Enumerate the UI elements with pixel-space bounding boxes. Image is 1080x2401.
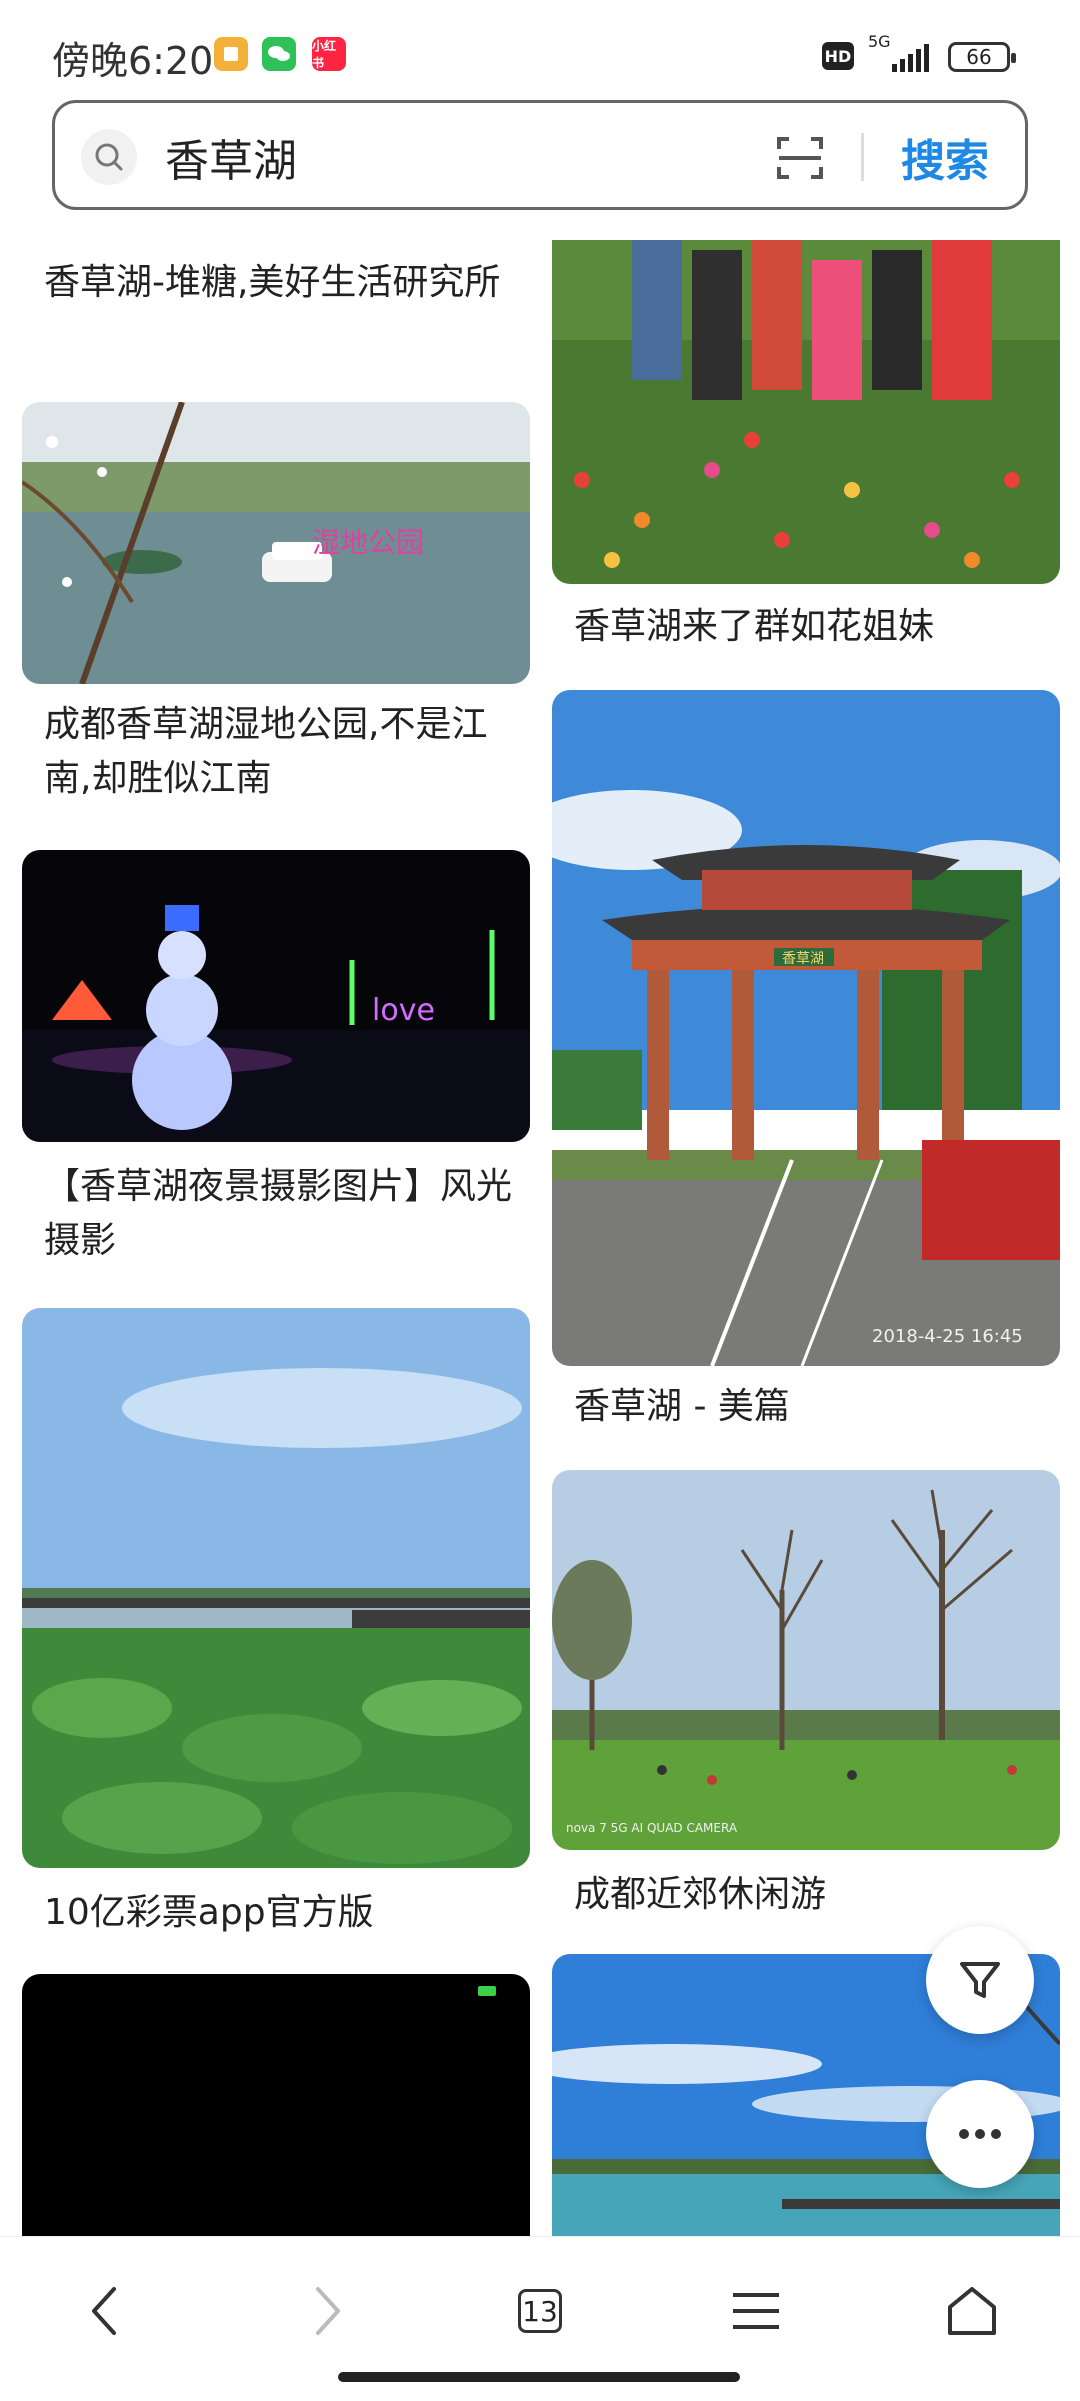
result-image[interactable]: nova 7 5G AI QUAD CAMERA xyxy=(552,1470,1060,1850)
result-caption[interactable]: 成都香草湖湿地公园,不是江南,却胜似江南 xyxy=(44,698,514,806)
result-image[interactable] xyxy=(552,240,1060,584)
result-caption[interactable]: 10亿彩票app官方版 xyxy=(44,1886,514,1940)
home-indicator[interactable] xyxy=(338,2372,740,2382)
home-button[interactable] xyxy=(922,2261,1022,2361)
search-button[interactable]: 搜索 xyxy=(901,125,989,189)
more-button[interactable] xyxy=(926,2080,1034,2188)
result-caption[interactable]: 香草湖-堆糖,美好生活研究所 xyxy=(44,256,514,310)
wechat-icon xyxy=(262,37,296,71)
result-caption[interactable]: 【香草湖夜景摄影图片】风光摄影 xyxy=(44,1160,514,1268)
love-light-text: love xyxy=(372,993,435,1028)
forward-button[interactable] xyxy=(276,2261,376,2361)
notes-app-icon xyxy=(214,37,248,71)
tabs-button[interactable]: 13 xyxy=(490,2261,590,2361)
tabs-count: 13 xyxy=(518,2289,562,2333)
result-image[interactable]: 湿地公园 xyxy=(22,402,530,684)
timestamp-watermark: 2018-4-25 16:45 xyxy=(872,1326,1023,1347)
result-caption[interactable]: 香草湖来了群如花姐妹 xyxy=(574,600,1044,654)
status-bar: 傍晚6:20 小红书 HD 5G 66 xyxy=(0,0,1080,100)
search-divider xyxy=(861,133,864,181)
battery-icon: 66 xyxy=(948,42,1016,72)
hd-icon: HD xyxy=(822,42,854,70)
menu-icon xyxy=(733,2293,779,2329)
home-icon xyxy=(948,2287,996,2335)
forward-icon xyxy=(316,2287,340,2335)
back-icon xyxy=(92,2287,116,2335)
battery-indicator-icon xyxy=(478,1986,496,1996)
result-caption[interactable]: 成都近郊休闲游 xyxy=(574,1868,1044,1922)
search-input[interactable]: 香草湖 xyxy=(165,125,297,189)
status-time: 傍晚6:20 xyxy=(52,39,214,83)
back-button[interactable] xyxy=(56,2261,156,2361)
menu-button[interactable] xyxy=(706,2261,806,2361)
scan-icon[interactable] xyxy=(775,133,825,183)
result-image[interactable]: 香草湖 2018-4-25 16:45 xyxy=(552,690,1060,1366)
search-icon[interactable] xyxy=(81,129,137,185)
gate-plaque-text: 香草湖 xyxy=(782,951,824,967)
camera-watermark: nova 7 5G AI QUAD CAMERA xyxy=(566,1821,738,1835)
wetland-overlay-text: 湿地公园 xyxy=(312,526,424,559)
more-icon xyxy=(959,2129,1001,2139)
result-image[interactable] xyxy=(22,1308,530,1868)
result-video[interactable] xyxy=(22,1974,530,2236)
filter-button[interactable] xyxy=(926,1926,1034,2034)
search-bar: 香草湖 搜索 xyxy=(52,100,1028,210)
filter-icon xyxy=(960,1962,1000,1998)
signal-icon xyxy=(892,44,929,72)
xiaohongshu-icon: 小红书 xyxy=(312,37,346,71)
result-image[interactable]: love xyxy=(22,850,530,1142)
result-caption[interactable]: 香草湖 - 美篇 xyxy=(574,1380,1044,1434)
